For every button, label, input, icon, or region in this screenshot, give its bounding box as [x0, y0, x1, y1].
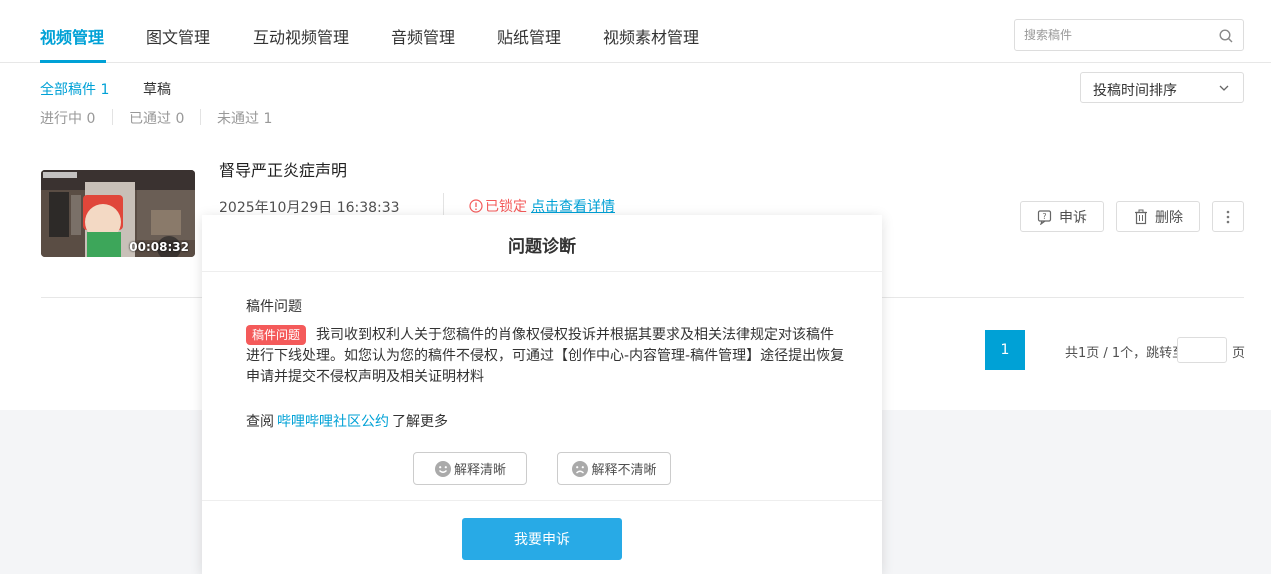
- warning-circle-icon: [469, 199, 483, 213]
- active-tab-indicator: [40, 60, 106, 63]
- search-icon[interactable]: [1219, 29, 1233, 43]
- video-upload-time: 2025年10月29日 16:38:33: [219, 200, 400, 216]
- search-input[interactable]: [1024, 26, 1214, 44]
- pagination-unit: 页: [1232, 346, 1246, 361]
- modal-header: 问题诊断: [202, 215, 882, 272]
- sort-dropdown[interactable]: 投稿时间排序: [1080, 72, 1244, 103]
- tab-interactive-video-management[interactable]: 互动视频管理: [253, 24, 349, 48]
- tab-audio-management[interactable]: 音频管理: [391, 24, 455, 48]
- refer-suffix: 了解更多: [392, 414, 448, 430]
- delete-button[interactable]: 删除: [1116, 201, 1200, 232]
- appeal-label: 申诉: [1059, 209, 1087, 226]
- explanation-unclear-label: 解释不清晰: [591, 463, 657, 478]
- divider: [200, 109, 201, 125]
- page-jump-input[interactable]: [1177, 337, 1227, 363]
- chevron-down-icon: [1219, 85, 1229, 91]
- diagnosis-modal: 问题诊断 稿件问题 我司收到权利人关于您稿件的肖像权侵权投诉并根据其要求及相关法…: [202, 215, 882, 574]
- tab-video-management[interactable]: 视频管理: [40, 24, 104, 48]
- sort-label: 投稿时间排序: [1093, 83, 1177, 99]
- appeal-button[interactable]: ? 申诉: [1020, 201, 1104, 232]
- more-vertical-icon: [1226, 210, 1230, 223]
- frown-icon: [572, 460, 589, 477]
- video-title[interactable]: 督导严正炎症声明: [219, 157, 347, 181]
- explanation-clear-button[interactable]: 解释清晰: [413, 452, 527, 485]
- status-rejected[interactable]: 未通过 1: [217, 108, 272, 128]
- tab-bar: 视频管理 图文管理 互动视频管理 音频管理 贴纸管理 视频素材管理: [0, 0, 1271, 63]
- status-passed[interactable]: 已通过 0: [129, 108, 184, 128]
- svg-text:?: ?: [1042, 212, 1046, 221]
- appeal-icon: ?: [1037, 209, 1052, 225]
- delete-label: 删除: [1155, 209, 1183, 226]
- divider: [112, 109, 113, 125]
- submit-appeal-button[interactable]: 我要申诉: [462, 518, 622, 560]
- issue-tag: 稿件问题: [246, 325, 307, 345]
- section-label: 稿件问题: [246, 299, 302, 315]
- filter-draft[interactable]: 草稿: [143, 79, 171, 99]
- page-button-1[interactable]: 1: [985, 330, 1025, 370]
- issue-description: 我司收到权利人关于您稿件的肖像权侵权投诉并根据其要求及相关法律规定对该稿件进行下…: [246, 327, 845, 385]
- video-thumbnail[interactable]: 00:08:32: [41, 170, 195, 257]
- refer-prefix: 查阅: [246, 414, 274, 430]
- explanation-unclear-button[interactable]: 解释不清晰: [557, 452, 671, 485]
- search-box[interactable]: [1014, 19, 1244, 51]
- filter-all[interactable]: 全部稿件 1: [40, 79, 109, 99]
- modal-title: 问题诊断: [508, 237, 576, 257]
- divider: [202, 500, 882, 501]
- locked-label: 已锁定: [485, 199, 527, 215]
- more-button[interactable]: [1212, 201, 1244, 232]
- trash-icon: [1135, 209, 1147, 224]
- explanation-clear-label: 解释清晰: [453, 463, 506, 478]
- tab-video-material-management[interactable]: 视频素材管理: [603, 24, 699, 48]
- locked-status: 已锁定: [469, 196, 527, 216]
- smile-icon: [434, 460, 451, 477]
- tab-article-management[interactable]: 图文管理: [146, 24, 210, 48]
- tab-sticker-management[interactable]: 贴纸管理: [497, 24, 561, 48]
- pagination-info: 共1页 / 1个，跳转至: [1065, 346, 1186, 361]
- community-guidelines-link[interactable]: 哔哩哔哩社区公约: [277, 414, 389, 430]
- video-duration: 00:08:32: [129, 240, 189, 254]
- view-details-link[interactable]: 点击查看详情: [531, 196, 615, 216]
- status-in-progress[interactable]: 进行中 0: [40, 108, 95, 128]
- divider: [443, 193, 444, 217]
- community-guidelines-reference: 查阅 哔哩哔哩社区公约 了解更多: [246, 411, 448, 431]
